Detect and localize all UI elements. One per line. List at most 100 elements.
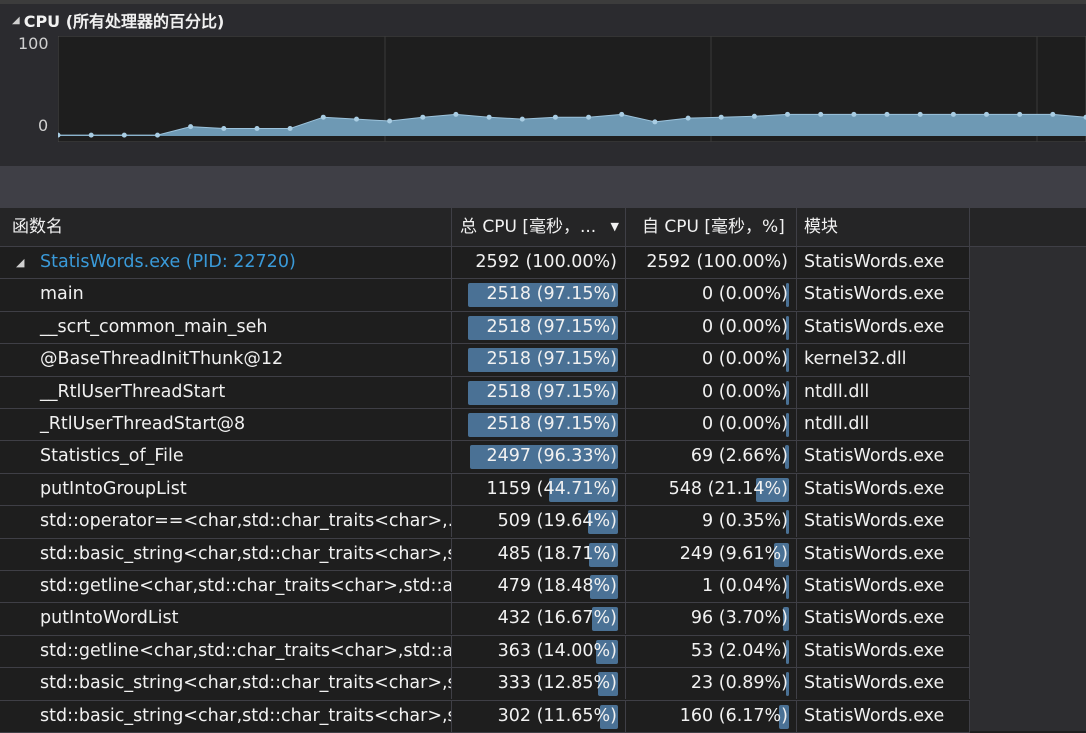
cpu-data-point (984, 112, 989, 117)
table-row[interactable]: putIntoGroupList 1159 (44.71%)548 (21.14%… (0, 474, 970, 506)
function-name: std::basic_string<char,std::char_traits<… (40, 544, 452, 564)
function-name: putIntoWordList (40, 608, 178, 628)
grid-header: 函数名 总 CPU [毫秒，... ▼ 自 CPU [毫秒，%] 模块 (0, 208, 1086, 247)
self-cpu-value: 0 (0.00%) (702, 409, 788, 440)
cpu-data-point (652, 119, 657, 124)
cpu-panel-title: CPU (所有处理器的百分比) (24, 8, 225, 32)
self-cpu-value: 9 (0.35%) (702, 506, 788, 537)
module-cell: ntdll.dll (797, 409, 970, 440)
cpu-data-point (354, 117, 359, 122)
total-cpu-cell: 2518 (97.15%) (452, 409, 626, 440)
module-cell: ntdll.dll (797, 377, 970, 408)
total-cpu-cell: 479 (18.48%) (452, 571, 626, 602)
cpu-data-point (752, 114, 757, 119)
table-row[interactable]: @BaseThreadInitThunk@122518 (97.15%)0 (0… (0, 344, 970, 376)
cpu-data-point (719, 115, 724, 120)
expand-triangle-icon[interactable]: ◢ (16, 247, 24, 278)
total-cpu-cell: 485 (18.71%) (452, 539, 626, 570)
cpu-data-point (288, 126, 293, 131)
cpu-usage-chart[interactable] (58, 36, 1086, 142)
sort-descending-icon: ▼ (611, 208, 619, 246)
function-name-cell: Statistics_of_File (0, 441, 452, 472)
self-cpu-cell: 2592 (100.00%) (626, 247, 797, 278)
self-cpu-value: 0 (0.00%) (702, 279, 788, 310)
cpu-panel-header[interactable]: ◢ CPU (所有处理器的百分比) (12, 8, 224, 32)
self-cpu-cell: 249 (9.61%) (626, 539, 797, 570)
self-cpu-cell: 0 (0.00%) (626, 377, 797, 408)
y-axis-min-label: 0 (38, 116, 48, 135)
total-cpu-value: 485 (18.71%) (498, 539, 617, 570)
self-cpu-cell: 548 (21.14%) (626, 474, 797, 505)
module-cell: kernel32.dll (797, 344, 970, 375)
column-header-self-cpu[interactable]: 自 CPU [毫秒，%] (626, 208, 797, 246)
cpu-data-point (387, 119, 392, 124)
self-cpu-cell: 96 (3.70%) (626, 603, 797, 634)
function-name-cell: __scrt_common_main_seh (0, 312, 452, 343)
function-name-cell: std::getline<char,std::char_traits<char>… (0, 571, 452, 602)
self-cpu-cell: 160 (6.17%) (626, 701, 797, 732)
self-cpu-cell: 0 (0.00%) (626, 409, 797, 440)
module-cell: StatisWords.exe (797, 247, 970, 278)
function-name: @BaseThreadInitThunk@12 (40, 349, 283, 369)
table-row[interactable]: __RtlUserThreadStart2518 (97.15%)0 (0.00… (0, 377, 970, 409)
total-cpu-value: 363 (14.00%) (498, 636, 617, 667)
module-cell: StatisWords.exe (797, 636, 970, 667)
table-row[interactable]: __scrt_common_main_seh2518 (97.15%)0 (0.… (0, 312, 970, 344)
table-row[interactable]: main2518 (97.15%)0 (0.00%)StatisWords.ex… (0, 279, 970, 311)
panel-splitter[interactable] (0, 166, 1086, 208)
total-cpu-value: 509 (19.64%) (498, 506, 617, 537)
table-row[interactable]: std::basic_string<char,std::char_traits<… (0, 539, 970, 571)
table-row[interactable]: std::getline<char,std::char_traits<char>… (0, 571, 970, 603)
module-cell: StatisWords.exe (797, 312, 970, 343)
function-name-cell: __RtlUserThreadStart (0, 377, 452, 408)
cpu-data-point (951, 112, 956, 117)
function-name-cell: _RtlUserThreadStart@8 (0, 409, 452, 440)
self-cpu-value: 249 (9.61%) (680, 539, 788, 570)
column-header-function-name[interactable]: 函数名 (0, 208, 452, 246)
table-row[interactable]: std::operator==<char,std::char_traits<ch… (0, 506, 970, 538)
cpu-data-point (785, 112, 790, 117)
function-name: std::getline<char,std::char_traits<char>… (40, 641, 452, 661)
table-row[interactable]: putIntoWordList432 (16.67%)96 (3.70%)Sta… (0, 603, 970, 635)
table-row[interactable]: _RtlUserThreadStart@82518 (97.15%) 0 (0.0… (0, 409, 970, 441)
total-cpu-value: 2518 (97.15%) (487, 279, 617, 310)
table-row[interactable]: std::basic_string<char,std::char_traits<… (0, 668, 970, 700)
self-cpu-cell: 23 (0.89%) (626, 668, 797, 699)
function-name-cell: putIntoWordList (0, 603, 452, 634)
total-cpu-value: 2518 (97.15%) (487, 344, 617, 375)
function-name-cell: ◢StatisWords.exe (PID: 22720) (0, 247, 452, 278)
table-row[interactable]: Statistics_of_File2497 (96.33%)69 (2.66%… (0, 441, 970, 473)
total-cpu-cell: 1159 (44.71%) (452, 474, 626, 505)
cpu-data-point (686, 116, 691, 121)
cpu-data-point (487, 115, 492, 120)
table-row[interactable]: ◢StatisWords.exe (PID: 22720) 2592 (100.0… (0, 247, 970, 279)
cpu-data-point (586, 115, 591, 120)
function-name: __scrt_common_main_seh (40, 317, 267, 337)
table-row[interactable]: std::basic_string<char,std::char_traits<… (0, 701, 970, 733)
cpu-data-point (818, 112, 823, 117)
total-cpu-cell: 509 (19.64%) (452, 506, 626, 537)
function-name: putIntoGroupList (40, 479, 187, 499)
column-header-module[interactable]: 模块 (797, 208, 970, 246)
module-cell: StatisWords.exe (797, 279, 970, 310)
total-cpu-cell: 2592 (100.00%) (452, 247, 626, 278)
function-name: std::operator==<char,std::char_traits<ch… (40, 511, 452, 531)
module-cell: StatisWords.exe (797, 506, 970, 537)
collapse-triangle-icon[interactable]: ◢ (12, 15, 20, 26)
total-cpu-value: 2518 (97.15%) (487, 312, 617, 343)
function-name-cell: std::basic_string<char,std::char_traits<… (0, 668, 452, 699)
total-cpu-cell: 363 (14.00%) (452, 636, 626, 667)
total-cpu-value: 2592 (100.00%) (475, 247, 617, 278)
cpu-data-point (619, 112, 624, 117)
cpu-data-point (255, 126, 260, 131)
self-cpu-value: 0 (0.00%) (702, 377, 788, 408)
cpu-data-point (420, 115, 425, 120)
self-cpu-value: 53 (2.04%) (691, 636, 788, 667)
cpu-data-point (453, 112, 458, 117)
column-header-total-cpu[interactable]: 总 CPU [毫秒，... ▼ (452, 208, 626, 246)
cpu-data-point (553, 115, 558, 120)
module-cell: StatisWords.exe (797, 474, 970, 505)
table-row[interactable]: std::getline<char,std::char_traits<char>… (0, 636, 970, 668)
cpu-data-point (885, 112, 890, 117)
total-cpu-value: 479 (18.48%) (498, 571, 617, 602)
